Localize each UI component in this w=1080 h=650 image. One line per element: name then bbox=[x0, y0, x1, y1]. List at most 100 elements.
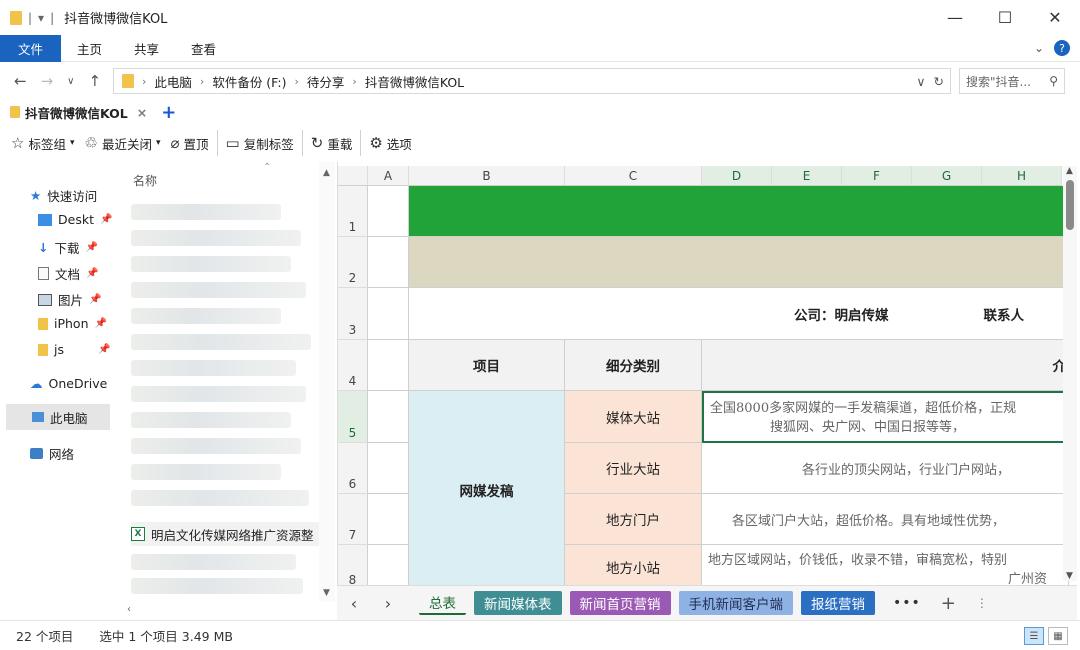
description-cell[interactable]: 各行业的顶尖网站，行业门户网站， bbox=[702, 443, 1069, 494]
options-button[interactable]: ⚙ 选项 bbox=[364, 134, 416, 153]
nav-item-js[interactable]: js 📌 bbox=[38, 342, 110, 357]
file-list-hscrollbar[interactable]: ‹ bbox=[123, 602, 319, 620]
address-bar[interactable]: › 此电脑 › 软件备份 (F:) › 待分享 › 抖音微博微信KOL ∨ ↻ bbox=[113, 68, 951, 94]
history-dropdown-icon[interactable]: ∨ bbox=[916, 74, 925, 89]
row-header-6[interactable]: 6 bbox=[338, 443, 368, 494]
cell-a6[interactable] bbox=[368, 443, 409, 494]
column-header-name[interactable]: 名称 bbox=[133, 172, 157, 189]
title-band-green[interactable] bbox=[409, 186, 1069, 237]
add-sheet-icon[interactable]: + bbox=[941, 593, 956, 614]
cell-a7[interactable] bbox=[368, 494, 409, 545]
more-sheets-icon[interactable]: ••• bbox=[893, 595, 921, 611]
scroll-down-icon[interactable]: ▼ bbox=[323, 588, 330, 598]
column-header-e[interactable]: E bbox=[772, 166, 842, 186]
next-sheet-icon[interactable]: › bbox=[371, 594, 405, 613]
expand-ribbon-icon[interactable]: ⌄ bbox=[1034, 41, 1044, 55]
row-header-8[interactable]: 8 bbox=[338, 545, 368, 585]
cell-a5[interactable] bbox=[368, 391, 409, 443]
breadcrumb-drive[interactable]: 软件备份 (F:) bbox=[212, 72, 286, 91]
chevron-down-icon[interactable]: ▾ bbox=[38, 11, 44, 25]
details-view-icon[interactable]: ☰ bbox=[1024, 627, 1044, 645]
row-header-1[interactable]: 1 bbox=[338, 186, 368, 237]
category-cell[interactable]: 媒体大站 bbox=[565, 391, 702, 443]
scroll-up-icon[interactable]: ▲ bbox=[1066, 166, 1073, 176]
header-item[interactable]: 项目 bbox=[409, 340, 565, 391]
row-header-3[interactable]: 3 bbox=[338, 288, 368, 340]
forward-arrow-icon[interactable]: → bbox=[41, 72, 54, 90]
column-header-a[interactable]: A bbox=[368, 166, 409, 186]
maximize-button[interactable]: ☐ bbox=[980, 0, 1030, 35]
header-intro[interactable]: 介 bbox=[702, 340, 1069, 391]
row-header-5[interactable]: 5 bbox=[338, 391, 368, 443]
sheet-tab-newspaper[interactable]: 报纸营销 bbox=[801, 591, 875, 615]
copy-tab-button[interactable]: ▭ 复制标签 bbox=[221, 134, 299, 153]
recent-closed-button[interactable]: ♲ 最近关闭 ▾ bbox=[80, 134, 166, 153]
back-arrow-icon[interactable]: ← bbox=[14, 72, 27, 90]
help-icon[interactable]: ? bbox=[1054, 40, 1070, 56]
corner-cell[interactable] bbox=[338, 166, 368, 186]
prev-sheet-icon[interactable]: ‹ bbox=[337, 594, 371, 613]
group-cell-web-media[interactable]: 网媒发稿 bbox=[409, 391, 565, 585]
sheet-tab-news-homepage[interactable]: 新闻首页营销 bbox=[569, 591, 671, 615]
add-tab-icon[interactable]: + bbox=[161, 102, 176, 123]
nav-this-pc[interactable]: 此电脑 bbox=[6, 404, 110, 430]
breadcrumb-current[interactable]: 抖音微博微信KOL bbox=[365, 72, 464, 91]
cell-a1[interactable] bbox=[368, 186, 409, 237]
scroll-left-icon[interactable]: ‹ bbox=[127, 604, 131, 615]
tab-share[interactable]: 共享 bbox=[118, 35, 175, 62]
nav-item-iphone[interactable]: iPhon 📌 bbox=[38, 316, 107, 331]
title-band-beige[interactable] bbox=[409, 237, 1069, 288]
column-header-d[interactable]: D bbox=[702, 166, 772, 186]
cell-a2[interactable] bbox=[368, 237, 409, 288]
row-header-4[interactable]: 4 bbox=[338, 340, 368, 391]
nav-item-documents[interactable]: 文档 📌 bbox=[38, 264, 98, 283]
description-cell[interactable]: 地方区域网站，价钱低，收录不错，审稿宽松，特别 广州资 bbox=[702, 545, 1069, 585]
minimize-button[interactable]: — bbox=[930, 0, 980, 35]
nav-network[interactable]: 网络 bbox=[30, 444, 74, 463]
sheet-tab-summary[interactable]: 总表 bbox=[419, 591, 466, 615]
search-icon[interactable]: ⚲ bbox=[1049, 74, 1058, 88]
reload-button[interactable]: ↻ 重载 bbox=[306, 134, 358, 153]
scroll-up-icon[interactable]: ▲ bbox=[323, 168, 330, 178]
breadcrumb-share[interactable]: 待分享 bbox=[307, 72, 345, 91]
column-header-f[interactable]: F bbox=[842, 166, 912, 186]
file-list-scrollbar[interactable]: ▲ ▼ bbox=[319, 162, 335, 602]
up-arrow-icon[interactable]: ↑ bbox=[88, 72, 101, 90]
close-tab-icon[interactable]: × bbox=[137, 105, 147, 120]
category-cell[interactable]: 地方门户 bbox=[565, 494, 702, 545]
column-header-g[interactable]: G bbox=[912, 166, 982, 186]
bookmark-group-button[interactable]: ☆ 标签组 ▾ bbox=[6, 134, 80, 153]
category-cell[interactable]: 行业大站 bbox=[565, 443, 702, 494]
cell-a3[interactable] bbox=[368, 288, 409, 340]
tab-view[interactable]: 查看 bbox=[175, 35, 232, 62]
category-cell[interactable]: 地方小站 bbox=[565, 545, 702, 585]
company-row[interactable]: 公司：明启传媒 联系人 bbox=[409, 288, 1069, 340]
column-header-b[interactable]: B bbox=[409, 166, 565, 186]
pin-top-button[interactable]: ⌀ 置顶 bbox=[166, 134, 214, 153]
selected-file-row[interactable]: X 明启文化传媒网络推广资源整 bbox=[131, 522, 319, 546]
cell-a4[interactable] bbox=[368, 340, 409, 391]
cell-a8[interactable] bbox=[368, 545, 409, 585]
scroll-down-icon[interactable]: ▼ bbox=[1066, 571, 1073, 581]
nav-quick-access[interactable]: ★ 快速访问 bbox=[30, 186, 97, 205]
description-cell-selected[interactable]: 全国8000多家网媒的一手发稿渠道，超低价格，正规 搜狐网、央广网、中国日报等等… bbox=[702, 391, 1069, 443]
row-header-7[interactable]: 7 bbox=[338, 494, 368, 545]
recent-chevron-icon[interactable]: ∨ bbox=[67, 76, 74, 87]
large-icons-view-icon[interactable]: ▦ bbox=[1048, 627, 1068, 645]
sheet-tab-news-media[interactable]: 新闻媒体表 bbox=[474, 591, 562, 615]
row-header-2[interactable]: 2 bbox=[338, 237, 368, 288]
sheet-options-icon[interactable]: ⋮ bbox=[976, 596, 988, 610]
search-box[interactable]: 搜索"抖音... ⚲ bbox=[959, 68, 1065, 94]
column-header-h[interactable]: H bbox=[982, 166, 1062, 186]
nav-onedrive[interactable]: ☁ OneDrive bbox=[30, 376, 107, 391]
nav-item-desktop[interactable]: Deskt 📌 bbox=[38, 212, 112, 227]
sheet-scrollbar[interactable]: ▲ ▼ bbox=[1063, 166, 1077, 581]
description-cell[interactable]: 各区域门户大站，超低价格。具有地域性优势， bbox=[702, 494, 1069, 545]
tab-file[interactable]: 文件 bbox=[0, 34, 62, 62]
refresh-icon[interactable]: ↻ bbox=[934, 74, 944, 89]
folder-tab[interactable]: 抖音微博微信KOL × bbox=[10, 103, 147, 122]
sheet-tab-mobile-news[interactable]: 手机新闻客户端 bbox=[678, 591, 793, 615]
close-button[interactable]: ✕ bbox=[1030, 0, 1080, 35]
breadcrumb-this-pc[interactable]: 此电脑 bbox=[154, 72, 192, 91]
nav-item-pictures[interactable]: 图片 📌 bbox=[38, 290, 101, 309]
